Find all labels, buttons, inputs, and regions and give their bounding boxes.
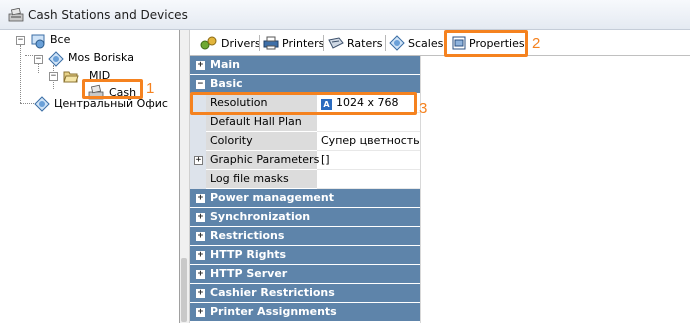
tree-node-shop[interactable]: Mos Boriska (68, 51, 134, 64)
empty-panel (420, 56, 690, 323)
highlight-resolution (190, 92, 417, 115)
category-power[interactable]: + Power management (190, 189, 420, 208)
property-value-graphic[interactable]: [] (317, 151, 420, 170)
property-value-hall-plan[interactable] (317, 113, 420, 132)
property-row-log-masks[interactable]: Log file masks (190, 170, 420, 189)
tabs-bar: Drivers Printers Raters Scales Propertie… (190, 30, 690, 56)
root-expander[interactable]: − (16, 36, 25, 45)
network-root-icon (31, 34, 45, 49)
annotation-number-3: 3 (419, 100, 428, 117)
category-sync[interactable]: + Synchronization (190, 208, 420, 227)
printer-icon (263, 36, 279, 50)
shop-expander[interactable]: − (34, 55, 43, 64)
expand-icon[interactable]: + (194, 156, 203, 165)
raters-icon (328, 37, 344, 49)
shop-icon (48, 51, 64, 67)
window-title: Cash Stations and Devices (28, 8, 188, 22)
expand-icon[interactable]: + (196, 251, 205, 260)
highlight-cash (82, 79, 143, 99)
annotation-number-1: 1 (146, 80, 155, 97)
property-name: Log file masks (206, 170, 317, 189)
property-row-hall-plan[interactable]: Default Hall Plan (190, 113, 420, 132)
scales-icon (389, 35, 405, 51)
property-name: Default Hall Plan (206, 113, 317, 132)
expand-icon[interactable]: + (196, 232, 205, 241)
property-name: Graphic Parameters (206, 151, 319, 170)
expand-icon[interactable]: + (196, 213, 205, 222)
tab-scales[interactable]: Scales (389, 33, 443, 53)
tree-node-root[interactable]: Все (50, 33, 70, 46)
property-row-colority[interactable]: Colority Супер цветность (190, 132, 420, 151)
expand-icon[interactable]: + (196, 270, 205, 279)
device-tree: − Все − Mos Boriska − MID Cash Центральн… (0, 30, 180, 323)
category-main[interactable]: + Main (190, 56, 420, 75)
window-titlebar: Cash Stations and Devices (0, 0, 690, 30)
cash-register-icon (8, 8, 24, 22)
tab-printers[interactable]: Printers (263, 33, 324, 53)
property-value-colority[interactable]: Супер цветность (317, 132, 420, 151)
tab-raters[interactable]: Raters (328, 33, 382, 53)
annotation-number-2: 2 (532, 35, 541, 52)
expand-icon[interactable]: + (196, 289, 205, 298)
highlight-properties (444, 30, 528, 57)
tree-scrollbar[interactable] (181, 258, 187, 322)
expand-icon[interactable]: + (196, 61, 205, 70)
tab-drivers[interactable]: Drivers (200, 33, 261, 53)
expand-icon[interactable]: + (196, 194, 205, 203)
category-restrictions[interactable]: + Restrictions (190, 227, 420, 246)
office-icon (34, 96, 50, 112)
category-http-server[interactable]: + HTTP Server (190, 265, 420, 284)
category-printer-assignments[interactable]: + Printer Assignments (190, 303, 420, 322)
category-http-rights[interactable]: + HTTP Rights (190, 246, 420, 265)
category-cashier[interactable]: + Cashier Restrictions (190, 284, 420, 303)
collapse-icon[interactable]: − (196, 80, 205, 89)
property-row-graphic[interactable]: + Graphic Parameters [] (190, 151, 420, 170)
property-name: Colority (206, 132, 317, 151)
folder-open-icon (63, 71, 79, 83)
property-value-log-masks[interactable] (317, 170, 420, 189)
group-expander[interactable]: − (49, 72, 58, 81)
expand-icon[interactable]: + (196, 308, 205, 317)
drivers-icon (200, 36, 217, 50)
